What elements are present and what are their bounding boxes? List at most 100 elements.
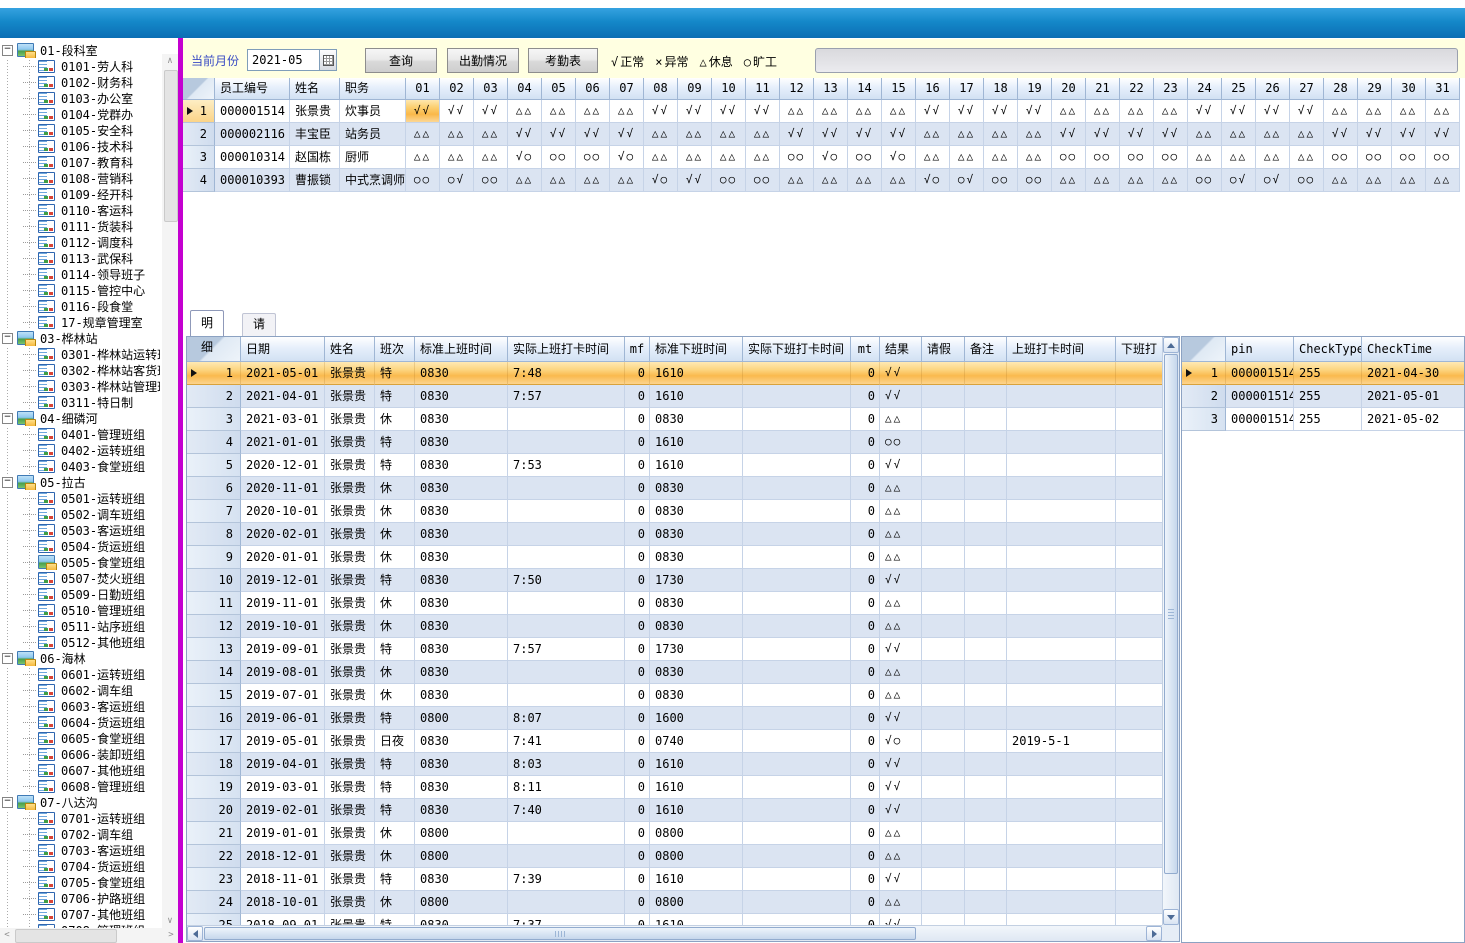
detail-cell[interactable]: 0 xyxy=(851,500,880,523)
detail-cell[interactable]: 特 xyxy=(375,431,415,454)
detail-cell[interactable]: 0 xyxy=(851,454,880,477)
day-column-header[interactable]: 21 xyxy=(1086,78,1120,100)
collapse-icon[interactable]: − xyxy=(2,45,13,56)
detail-cell[interactable]: 0740 xyxy=(650,730,743,753)
row-indicator[interactable]: 1 xyxy=(187,362,241,385)
detail-cell[interactable]: 1610 xyxy=(650,753,743,776)
tree-node-group[interactable]: 0512-其他班组 xyxy=(0,634,160,650)
detail-cell[interactable] xyxy=(743,385,851,408)
scroll-down-button[interactable] xyxy=(1163,909,1179,925)
detail-cell[interactable]: 1610 xyxy=(650,454,743,477)
column-header[interactable]: 标准上班时间 xyxy=(415,337,508,362)
day-cell[interactable]: △△ xyxy=(508,100,542,123)
day-column-header[interactable]: 10 xyxy=(712,78,746,100)
tree-node-group[interactable]: 0707-其他班组 xyxy=(0,906,160,922)
day-cell[interactable]: ○○ xyxy=(576,146,610,169)
row-indicator[interactable]: 12 xyxy=(187,615,241,638)
detail-cell[interactable]: √√ xyxy=(880,753,922,776)
detail-cell[interactable]: 0 xyxy=(851,523,880,546)
detail-cell[interactable]: 0 xyxy=(625,776,650,799)
detail-cell[interactable] xyxy=(1007,408,1116,431)
checktype-cell[interactable]: 255 xyxy=(1294,385,1362,408)
tree-node-group[interactable]: 0108-营销科 xyxy=(0,170,160,186)
detail-cell[interactable]: √√ xyxy=(880,569,922,592)
detail-cell[interactable] xyxy=(1007,684,1116,707)
day-cell[interactable]: ○○ xyxy=(406,169,440,192)
day-cell[interactable]: √√ xyxy=(1426,123,1460,146)
detail-cell[interactable] xyxy=(1007,431,1116,454)
row-indicator[interactable]: 13 xyxy=(187,638,241,661)
employee-id-cell[interactable]: 000010314 xyxy=(215,146,290,169)
detail-cell[interactable] xyxy=(743,500,851,523)
detail-cell[interactable]: 2018-12-01 xyxy=(241,845,325,868)
detail-cell[interactable]: 1610 xyxy=(650,362,743,385)
detail-cell[interactable] xyxy=(508,891,625,914)
detail-cell[interactable] xyxy=(965,454,1007,477)
detail-cell[interactable]: 特 xyxy=(375,638,415,661)
detail-cell[interactable]: 0830 xyxy=(650,477,743,500)
day-cell[interactable]: △△ xyxy=(1086,169,1120,192)
detail-cell[interactable]: 0 xyxy=(625,684,650,707)
day-cell[interactable]: △△ xyxy=(678,123,712,146)
detail-cell[interactable] xyxy=(743,868,851,891)
detail-cell[interactable]: 0830 xyxy=(650,661,743,684)
detail-cell[interactable] xyxy=(922,891,965,914)
detail-cell[interactable]: 0 xyxy=(851,845,880,868)
detail-cell[interactable]: 0 xyxy=(625,362,650,385)
detail-cell[interactable]: 0 xyxy=(851,753,880,776)
tab-leave[interactable]: 请假 xyxy=(242,313,276,336)
detail-cell[interactable]: 张景贵 xyxy=(325,730,375,753)
detail-cell[interactable] xyxy=(1007,500,1116,523)
row-indicator[interactable]: 2 xyxy=(187,385,241,408)
row-indicator[interactable]: 2 xyxy=(1182,385,1226,408)
scroll-thumb[interactable] xyxy=(164,70,178,222)
detail-cell[interactable] xyxy=(743,707,851,730)
scroll-thumb[interactable] xyxy=(1164,354,1178,874)
tree-node-department[interactable]: −07-八达沟 xyxy=(0,794,160,810)
detail-cell[interactable]: 2019-04-01 xyxy=(241,753,325,776)
detail-cell[interactable]: 0 xyxy=(851,707,880,730)
detail-cell[interactable]: 0830 xyxy=(415,592,508,615)
detail-cell[interactable]: 0 xyxy=(851,730,880,753)
row-indicator[interactable]: 11 xyxy=(187,592,241,615)
day-cell[interactable]: ○○ xyxy=(1358,146,1392,169)
day-cell[interactable]: √√ xyxy=(1120,123,1154,146)
detail-cell[interactable]: 2019-10-01 xyxy=(241,615,325,638)
tree-node-group[interactable]: 0311-特日制 xyxy=(0,394,160,410)
detail-cell[interactable] xyxy=(743,776,851,799)
day-column-header[interactable]: 26 xyxy=(1256,78,1290,100)
detail-cell[interactable] xyxy=(922,776,965,799)
detail-cell[interactable] xyxy=(965,707,1007,730)
column-header[interactable]: 实际上班打卡时间 xyxy=(508,337,625,362)
detail-cell[interactable] xyxy=(1007,845,1116,868)
tree-node-group[interactable]: 0603-客运班组 xyxy=(0,698,160,714)
row-indicator[interactable]: 3 xyxy=(183,146,215,169)
detail-cell[interactable]: 1610 xyxy=(650,385,743,408)
tree-node-department[interactable]: −01-段科室 xyxy=(0,42,160,58)
detail-cell[interactable]: 0830 xyxy=(415,477,508,500)
day-cell[interactable]: √○ xyxy=(814,146,848,169)
detail-cell[interactable] xyxy=(965,569,1007,592)
detail-cell[interactable]: √√ xyxy=(880,707,922,730)
detail-cell[interactable]: 张景贵 xyxy=(325,684,375,707)
row-indicator[interactable]: 14 xyxy=(187,661,241,684)
day-cell[interactable]: √√ xyxy=(542,123,576,146)
row-indicator[interactable]: 22 xyxy=(187,845,241,868)
detail-cell[interactable]: 8:11 xyxy=(508,776,625,799)
day-cell[interactable]: △△ xyxy=(882,169,916,192)
employee-id-cell[interactable]: 000002116 xyxy=(215,123,290,146)
day-cell[interactable]: △△ xyxy=(950,146,984,169)
detail-cell[interactable] xyxy=(508,477,625,500)
detail-cell[interactable]: 0 xyxy=(625,477,650,500)
tab-detail[interactable]: 明细 xyxy=(190,310,224,336)
day-cell[interactable]: ○○ xyxy=(1392,146,1426,169)
detail-cell[interactable] xyxy=(922,385,965,408)
employee-name-cell[interactable]: 丰宝臣 xyxy=(290,123,340,146)
detail-cell[interactable]: △△ xyxy=(880,845,922,868)
detail-cell[interactable]: 0830 xyxy=(415,362,508,385)
calendar-dropdown-button[interactable] xyxy=(319,50,336,70)
detail-cell[interactable]: 7:57 xyxy=(508,638,625,661)
detail-cell[interactable]: 7:39 xyxy=(508,868,625,891)
detail-cell[interactable]: √√ xyxy=(880,799,922,822)
detail-cell[interactable]: △△ xyxy=(880,500,922,523)
